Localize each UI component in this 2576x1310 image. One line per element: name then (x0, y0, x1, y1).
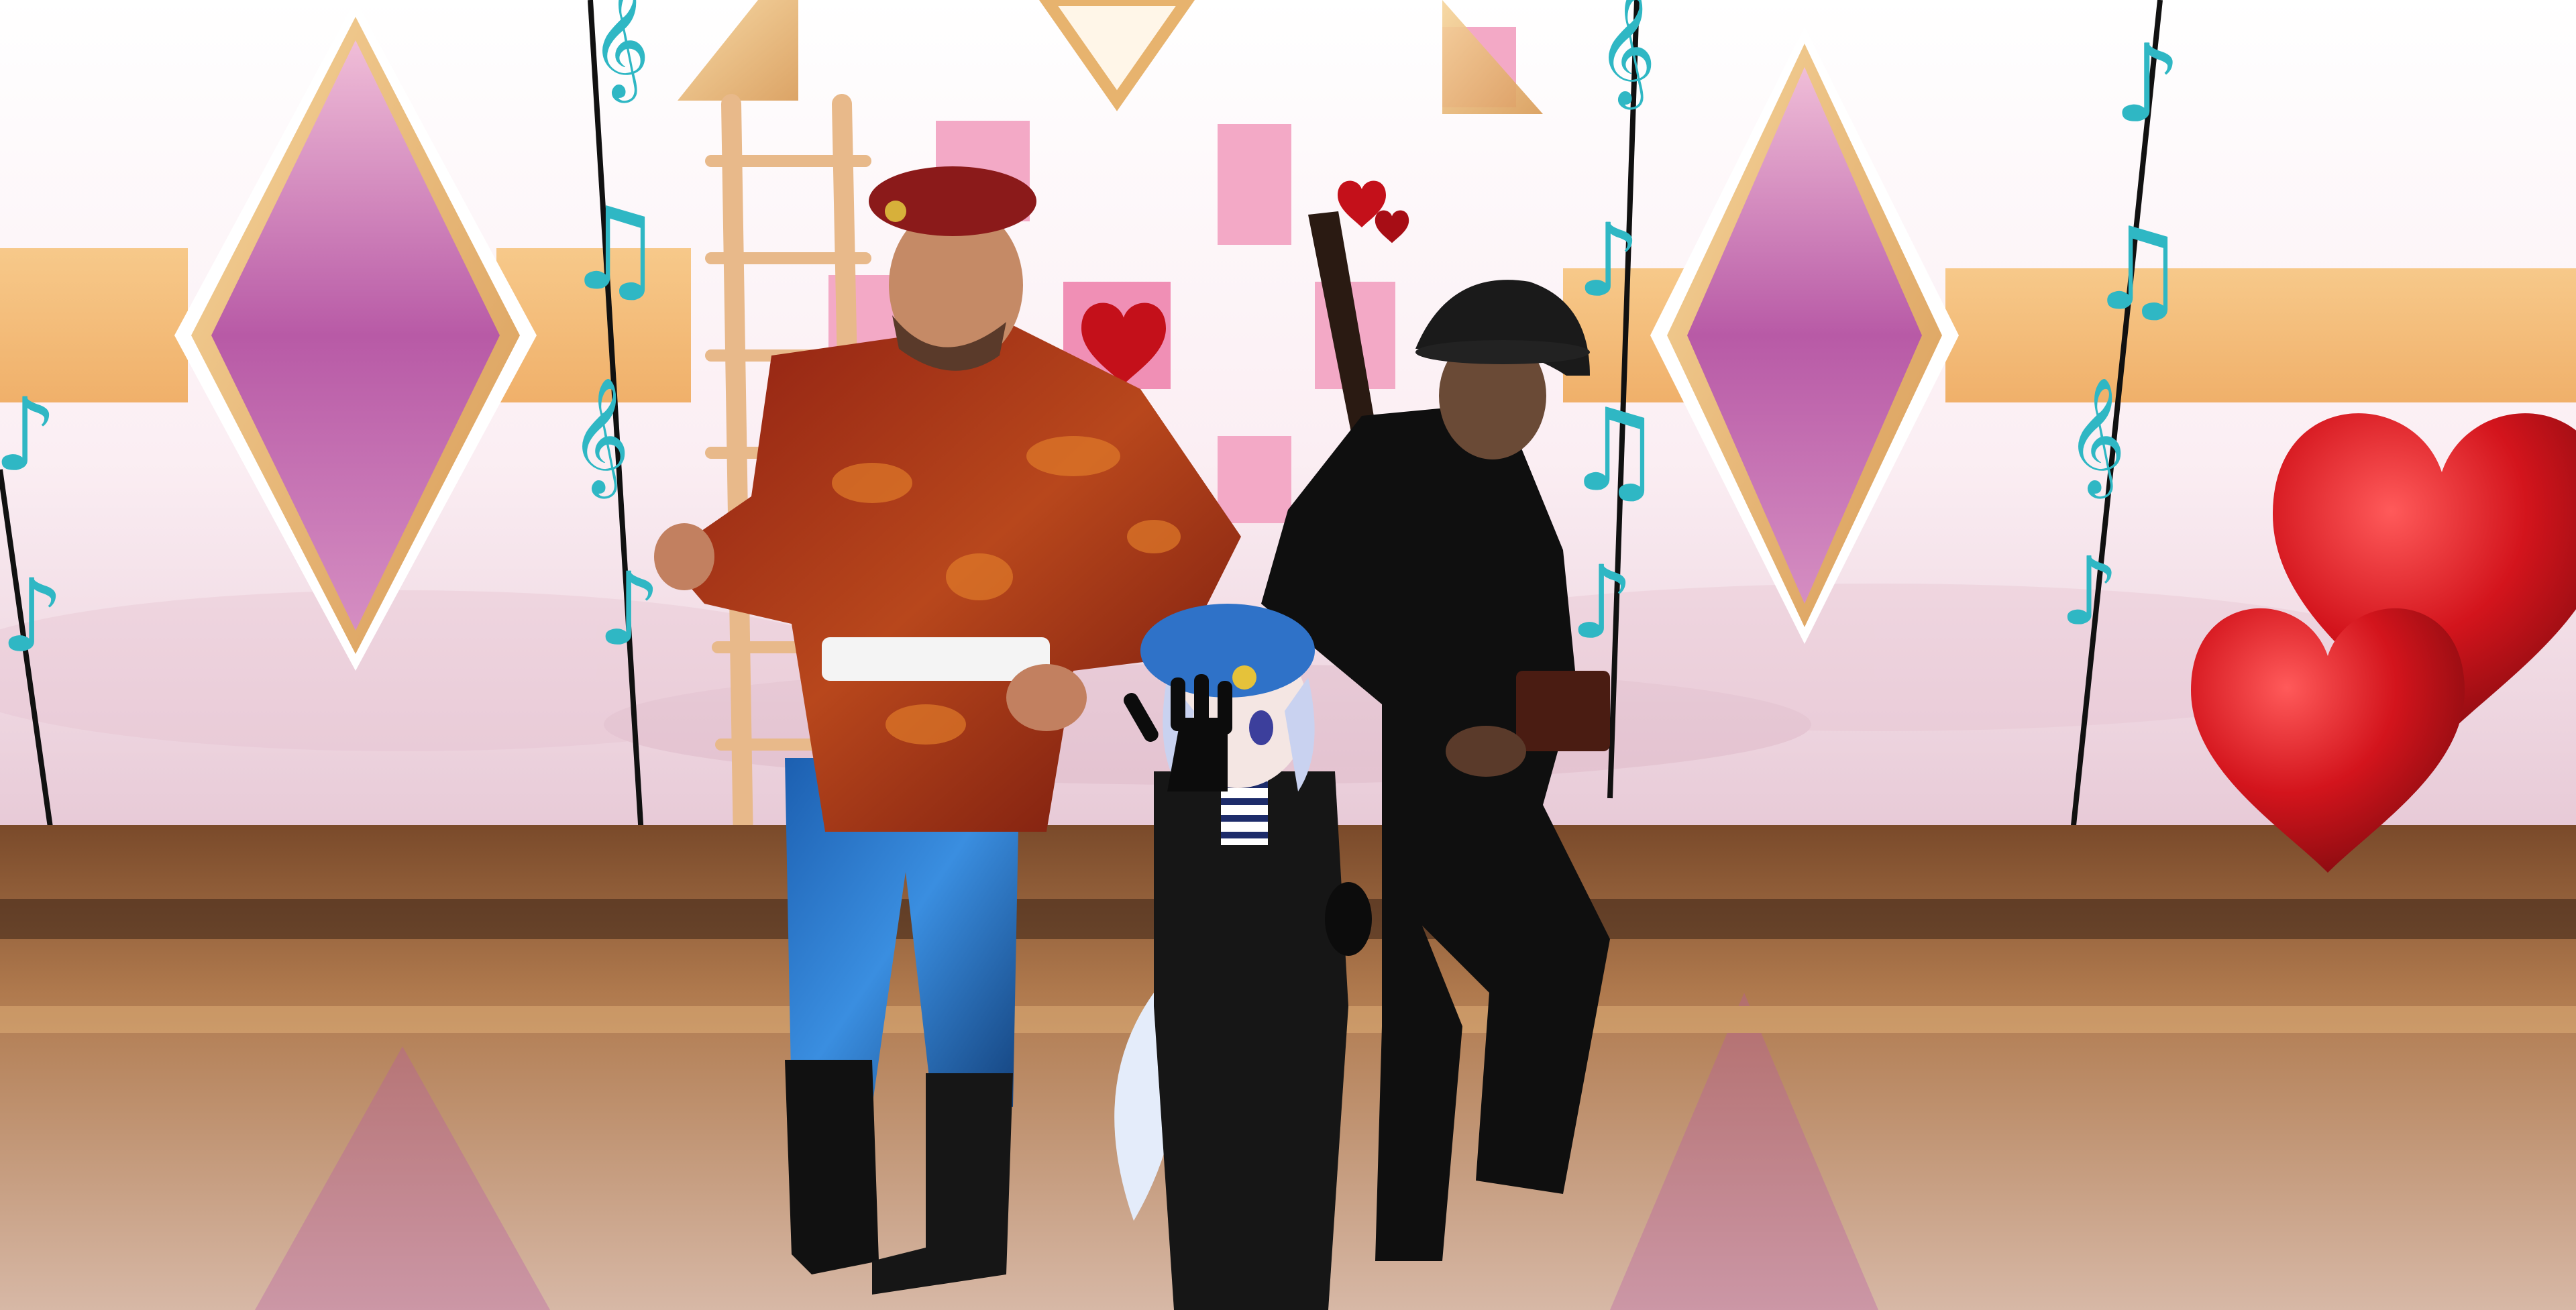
beamed-notes-icon: ♫ (2086, 203, 2188, 336)
treble-clef-icon: 𝄞 (1597, 0, 1656, 110)
eighth-note-icon: ♪ (0, 558, 64, 675)
white-belt (822, 637, 1050, 681)
treble-clef-icon: 𝄞 (590, 0, 650, 103)
ammo-box (1516, 671, 1610, 751)
eighth-note-icon: ♪ (0, 377, 58, 494)
eighth-note-icon: ♪ (1576, 203, 1641, 319)
eighth-note-icon: ♪ (2113, 21, 2182, 146)
world-render: 𝄞 ♫ 𝄞 ♪ ♪ ♪ 𝄞 ♪ ♫ ♪ ♪ ♫ 𝄞 ♪ (0, 0, 2576, 1310)
treble-clef-icon: 𝄞 (2066, 377, 2126, 499)
wall-band-right (1945, 268, 2576, 402)
game-viewport: 𝄞 ♫ 𝄞 ♪ ♪ ♪ 𝄞 ♪ ♫ ♪ ♪ ♫ 𝄞 ♪ (0, 0, 2576, 1310)
treble-clef-icon: 𝄞 (570, 377, 630, 499)
beamed-notes-icon: ♫ (564, 183, 665, 316)
eighth-note-icon: ♪ (1570, 545, 1634, 661)
beamed-notes-icon: ♫ (1563, 384, 1665, 517)
eighth-note-icon: ♪ (2059, 537, 2119, 647)
eighth-note-icon: ♪ (597, 551, 661, 668)
